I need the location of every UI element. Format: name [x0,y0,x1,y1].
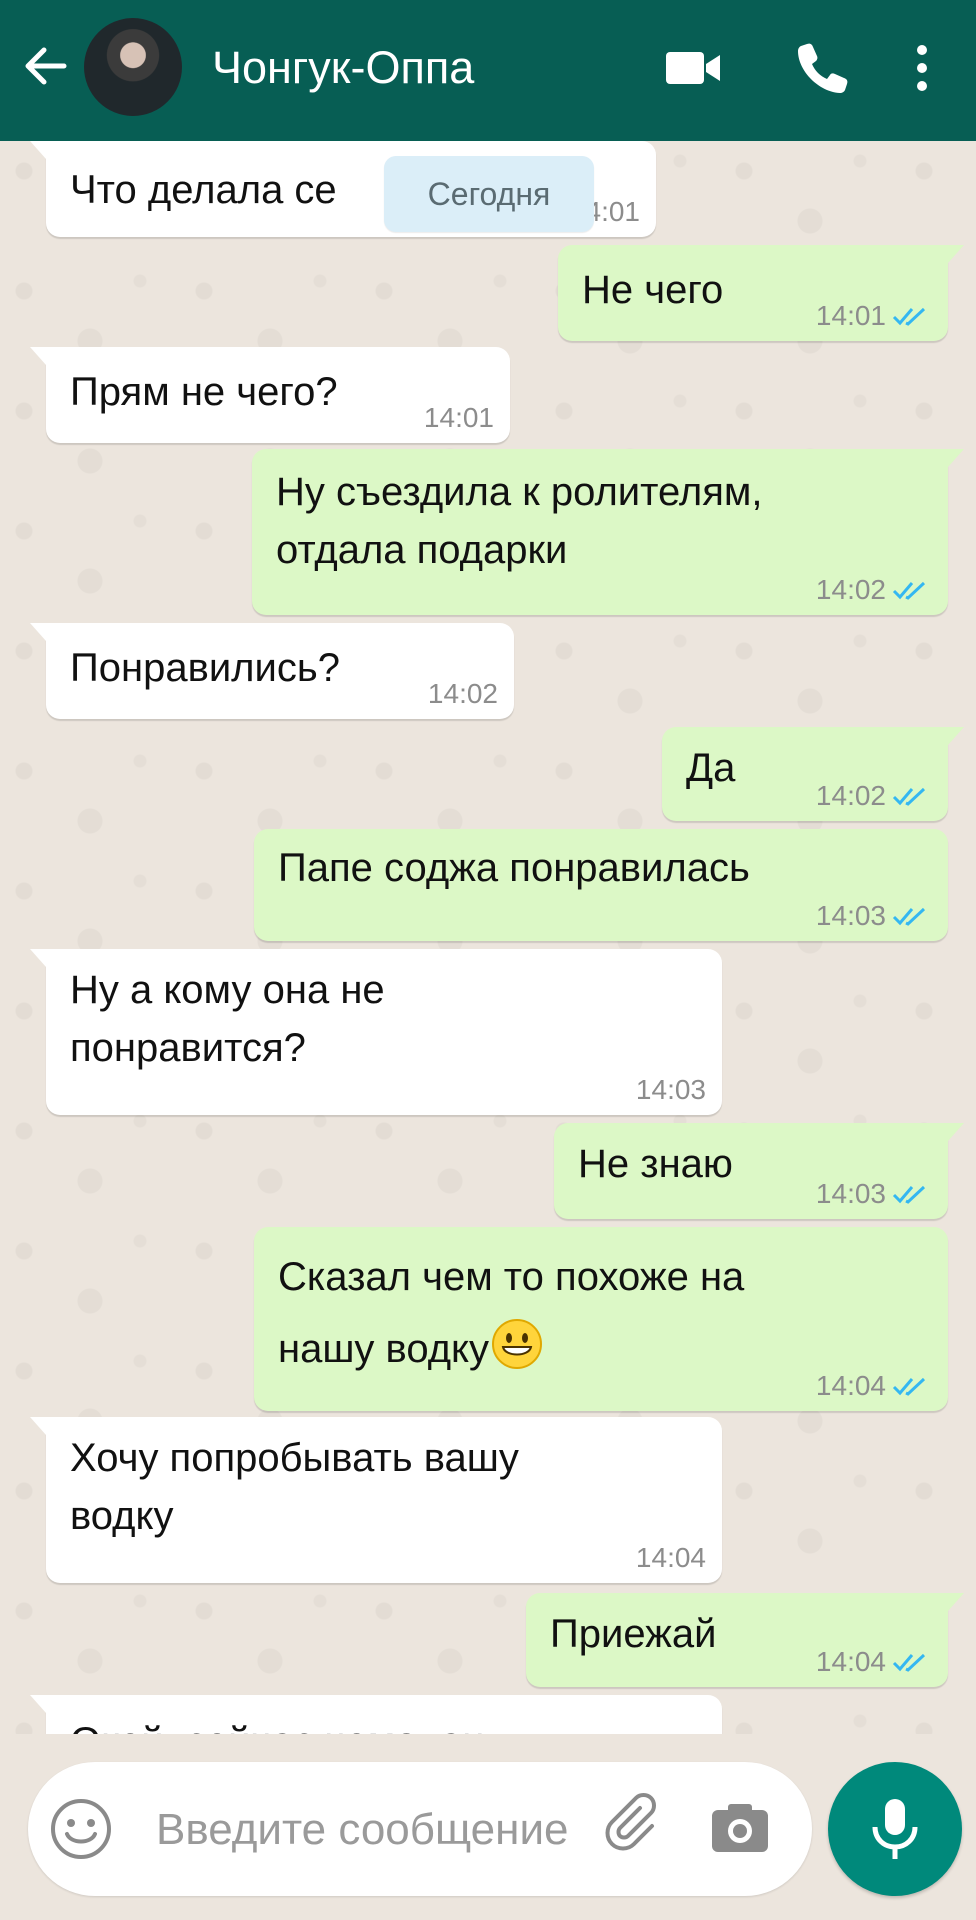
message-input[interactable]: Введите сообщение [156,1804,569,1856]
message-line: отдала подарки [276,528,568,572]
message-line: Ну а кому она не [70,968,385,1012]
message-time: 14:03 [635,1074,706,1105]
message-meta: 14:02 [428,679,498,709]
message-meta: 14:03 [816,901,932,931]
message-text: Не чего [582,268,724,312]
message-outgoing[interactable]: Папе соджа понравилась 14:03 [254,829,948,941]
message-incoming[interactable]: Окей, сейчас чемодан [30,1695,722,1734]
emoji-icon[interactable] [48,1796,114,1862]
message-incoming[interactable]: Ну а кому она не понравится? 14:03 [30,949,722,1115]
chat-header: Чонгук-Оппа [0,0,976,141]
message-line: Сказал чем то похоже на [278,1255,745,1299]
message-time: 14:04 [815,1370,886,1401]
message-text: Понравились? [70,646,340,690]
message-line: Хочу попробывать вашу [70,1436,519,1480]
message-meta: 14:01 [816,301,932,331]
double-check-icon [892,907,926,926]
message-text: Ну а кому она не понравится? [70,961,385,1077]
message-line: водку [70,1494,174,1538]
message-line: Ну съездила к ролителям, [276,470,763,514]
double-check-icon [892,581,926,600]
message-text: Прям не чего? [70,370,338,414]
message-time: 14:03 [815,1178,886,1209]
message-text: Хочу попробывать вашу водку [70,1429,519,1545]
message-line: понравится? [70,1026,306,1070]
message-outgoing[interactable]: Да 14:02 [662,727,964,821]
back-arrow-icon[interactable] [18,38,74,94]
contact-name[interactable]: Чонгук-Оппа [212,40,474,96]
message-incoming[interactable]: Хочу попробывать вашу водку 14:04 [30,1417,722,1583]
message-outgoing[interactable]: Не знаю 14:03 [554,1123,964,1219]
attach-icon[interactable] [602,1792,674,1864]
message-line-wrap: нашу водку [278,1313,744,1385]
message-time: 14:03 [815,900,886,931]
message-time: 14:02 [815,780,886,811]
message-text: Приежай [550,1612,717,1656]
message-meta: 14:03 [636,1075,706,1105]
message-incoming[interactable]: Прям не чего? 14:01 [30,347,510,443]
message-meta: 14:02 [816,781,932,811]
double-check-icon [892,787,926,806]
mic-icon [872,1799,918,1859]
message-time: 14:02 [427,678,498,709]
message-text: Сказал чем то похоже на нашу водку [278,1241,744,1385]
message-text: Что делала се [70,168,337,212]
message-time: 14:04 [635,1542,706,1573]
message-text: Ну съездила к ролителям, отдала подарки [276,463,763,579]
message-text: Окей, сейчас чемодан [70,1713,484,1734]
message-outgoing[interactable]: Приежай 14:04 [526,1593,964,1687]
message-meta: 14:04 [816,1647,932,1677]
avatar[interactable] [84,18,182,116]
message-meta: 14:04 [816,1371,932,1401]
message-meta: 14:01 [424,403,494,433]
camera-icon[interactable] [708,1796,772,1860]
message-time: 14:04 [815,1646,886,1677]
message-meta: 14:02 [816,575,932,605]
more-vert-icon[interactable] [890,36,954,100]
message-text: Папе соджа понравилась [278,846,750,890]
message-text: Да [686,746,736,790]
video-call-icon[interactable] [662,36,726,100]
message-meta: 14:04 [636,1543,706,1573]
message-meta: 14:03 [816,1179,932,1209]
smiley-emoji-icon [492,1319,542,1369]
double-check-icon [892,1377,926,1396]
message-time: 14:01 [815,300,886,331]
message-line: нашу водку [278,1327,489,1371]
double-check-icon [892,1653,926,1672]
message-text: Не знаю [578,1142,733,1186]
phone-icon[interactable] [790,36,854,100]
double-check-icon [892,1185,926,1204]
message-time: 14:02 [815,574,886,605]
message-outgoing[interactable]: Не чего 14:01 [558,245,964,341]
message-input-bar[interactable]: Введите сообщение [28,1762,812,1896]
date-chip: Сегодня [384,156,594,232]
mic-button[interactable] [828,1762,962,1896]
message-outgoing[interactable]: Ну съездила к ролителям, отдала подарки … [252,449,964,615]
message-outgoing[interactable]: Сказал чем то похоже на нашу водку 14:04 [254,1227,948,1411]
double-check-icon [892,307,926,326]
chat-area[interactable]: Что делала се 14:01 Не чего 14:01 Прям н… [0,141,976,1734]
message-incoming[interactable]: Понравились? 14:02 [30,623,514,719]
message-time: 14:01 [423,402,494,433]
